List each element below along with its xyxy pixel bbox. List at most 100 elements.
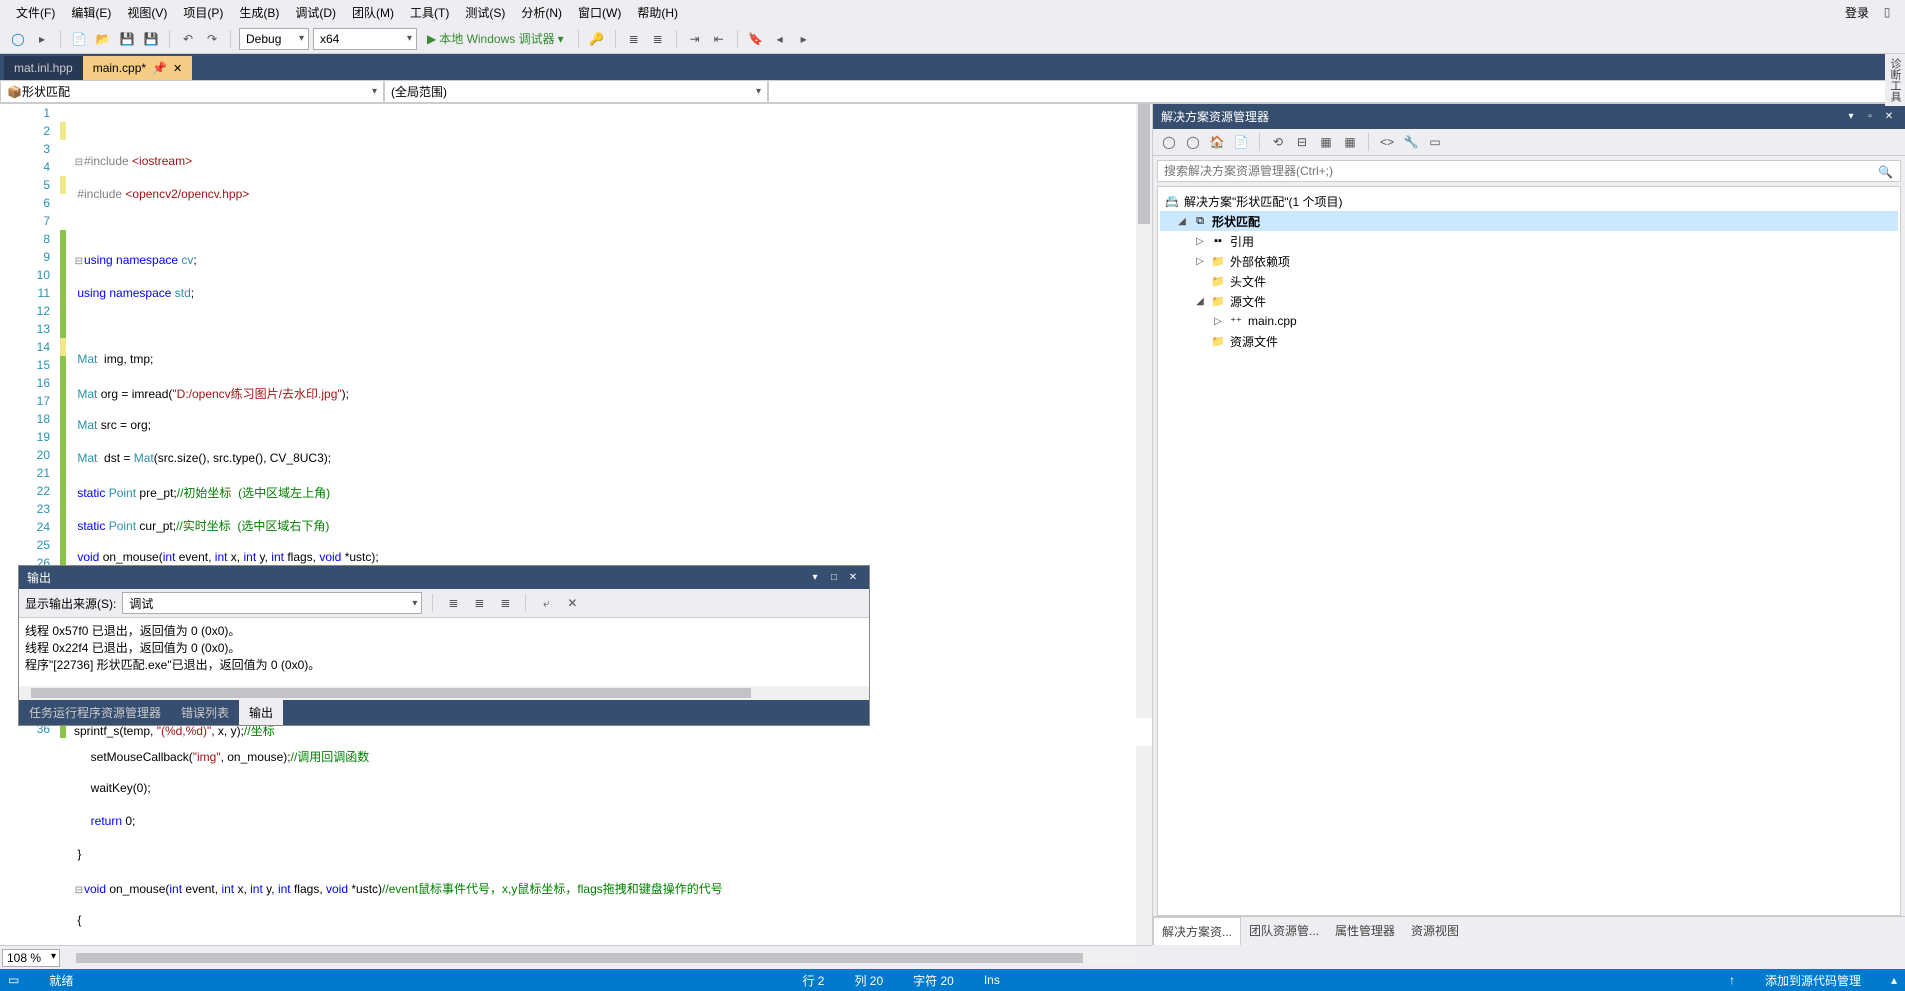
tree-resources[interactable]: 📁资源文件 [1160, 331, 1898, 351]
menu-help[interactable]: 帮助(H) [629, 1, 686, 24]
scope-combo[interactable]: 📦 形状匹配 [0, 80, 384, 103]
scm-up-icon[interactable]: ↑ [1729, 973, 1735, 987]
menu-edit[interactable]: 编辑(E) [63, 1, 119, 24]
tab-main-cpp[interactable]: main.cpp* 📌 ✕ [83, 56, 193, 80]
new-file-icon[interactable]: 📄 [69, 29, 89, 49]
vertical-scrollbar[interactable] [1136, 104, 1152, 945]
menu-debug[interactable]: 调试(D) [287, 1, 344, 24]
close-icon[interactable]: ✕ [1881, 109, 1897, 125]
bookmark-icon[interactable]: 🔖 [746, 29, 766, 49]
panel-title-label: 解决方案资源管理器 [1161, 108, 1269, 125]
status-scm[interactable]: 添加到源代码管理 [1765, 972, 1861, 989]
solution-search: 🔍 [1157, 160, 1901, 182]
tab-property-manager[interactable]: 属性管理器 [1327, 917, 1403, 945]
clear-icon[interactable]: ≣ [495, 593, 515, 613]
save-icon[interactable]: 💾 [117, 29, 137, 49]
forward-icon[interactable]: ◯ [1183, 132, 1203, 152]
next-msg-icon[interactable]: ≣ [469, 593, 489, 613]
tab-solution-explorer[interactable]: 解决方案资... [1153, 917, 1241, 945]
tree-external-deps[interactable]: ▷📁外部依赖项 [1160, 251, 1898, 271]
solution-toolbar: ◯ ◯ 🏠 📄 ⟲ ⊟ ▦ ▦ <> 🔧 ▭ [1153, 129, 1905, 156]
dropdown-icon[interactable]: ▾ [1843, 109, 1859, 125]
tab-team-explorer[interactable]: 团队资源管... [1241, 917, 1327, 945]
output-titlebar[interactable]: 输出 ▾ □ ✕ [19, 566, 869, 589]
menu-project[interactable]: 项目(P) [175, 1, 231, 24]
properties-icon[interactable]: ▦ [1340, 132, 1360, 152]
tree-label: 头文件 [1230, 273, 1266, 290]
tab-resource-view[interactable]: 资源视图 [1403, 917, 1467, 945]
redo-icon[interactable]: ↷ [202, 29, 222, 49]
horizontal-scrollbar[interactable] [76, 951, 1136, 965]
output-source-combo[interactable]: 调试 [122, 592, 422, 614]
menu-build[interactable]: 生成(B) [231, 1, 287, 24]
open-file-icon[interactable]: 📂 [93, 29, 113, 49]
view-code-icon[interactable]: <> [1377, 132, 1397, 152]
tree-main-cpp[interactable]: ▷⁺⁺main.cpp [1160, 311, 1898, 331]
back-icon[interactable]: ◯ [1159, 132, 1179, 152]
config-combo[interactable]: Debug [239, 28, 309, 50]
preview-icon[interactable]: ▭ [1425, 132, 1445, 152]
undo-icon[interactable]: ↶ [178, 29, 198, 49]
notifications-icon[interactable]: ▯ [1877, 2, 1897, 22]
member-combo[interactable] [768, 80, 1905, 103]
menu-file[interactable]: 文件(F) [8, 1, 63, 24]
platform-combo[interactable]: x64 [313, 28, 417, 50]
menu-analyze[interactable]: 分析(N) [513, 1, 570, 24]
bookmark-next-icon[interactable]: ▸ [794, 29, 814, 49]
tree-headers[interactable]: 📁头文件 [1160, 271, 1898, 291]
menu-tools[interactable]: 工具(T) [402, 1, 457, 24]
outdent-icon[interactable]: ⇤ [709, 29, 729, 49]
tab-error-list[interactable]: 错误列表 [171, 700, 239, 725]
show-all-icon[interactable]: ▦ [1316, 132, 1336, 152]
function-combo[interactable]: (全局范围) [384, 80, 768, 103]
tree-sources[interactable]: ◢📁源文件 [1160, 291, 1898, 311]
tab-output[interactable]: 输出 [239, 700, 283, 725]
zoom-combo[interactable]: 108 % [2, 949, 60, 967]
dropdown-icon[interactable]: ▾ [807, 570, 823, 586]
solution-search-input[interactable] [1157, 160, 1901, 182]
menu-test[interactable]: 测试(S) [457, 1, 513, 24]
tab-task-runner[interactable]: 任务运行程序资源管理器 [19, 700, 171, 725]
clear-all-icon[interactable]: ✕ [562, 593, 582, 613]
pin-icon[interactable]: 📌 [152, 61, 167, 75]
menu-team[interactable]: 团队(M) [344, 1, 402, 24]
output-h-scrollbar[interactable] [19, 686, 869, 700]
uncomment-icon[interactable]: ≣ [648, 29, 668, 49]
search-icon[interactable]: 🔍 [1878, 165, 1893, 179]
wrench-icon[interactable]: 🔧 [1401, 132, 1421, 152]
bookmark-prev-icon[interactable]: ◂ [770, 29, 790, 49]
menu-view[interactable]: 视图(V) [119, 1, 175, 24]
tree-project[interactable]: ◢⧉形状匹配 [1160, 211, 1898, 231]
prev-msg-icon[interactable]: ≣ [443, 593, 463, 613]
nav-back-icon[interactable]: ◯ [8, 29, 28, 49]
menu-window[interactable]: 窗口(W) [570, 1, 629, 24]
code-content[interactable]: ⊟#include <iostream> #include <opencv2/o… [74, 104, 1152, 945]
solution-explorer-title: 解决方案资源管理器 ▾ ▫ ✕ [1153, 104, 1905, 129]
collapse-icon[interactable]: ⊟ [1292, 132, 1312, 152]
toggle-wrap-icon[interactable]: ⤶ [536, 593, 556, 613]
tree-solution-root[interactable]: 📇解决方案"形状匹配"(1 个项目) [1160, 191, 1898, 211]
nav-forward-icon[interactable]: ▸ [32, 29, 52, 49]
sync-icon[interactable]: 📄 [1231, 132, 1251, 152]
refresh-icon[interactable]: ⟲ [1268, 132, 1288, 152]
pin-icon[interactable]: ▫ [1862, 109, 1878, 125]
start-debugging-button[interactable]: ▶ 本地 Windows 调试器 ▾ [421, 30, 570, 47]
tab-mat-inl[interactable]: mat.inl.hpp [4, 56, 83, 80]
comment-icon[interactable]: ≣ [624, 29, 644, 49]
tree-references[interactable]: ▷▪▪引用 [1160, 231, 1898, 251]
home-icon[interactable]: 🏠 [1207, 132, 1227, 152]
find-icon[interactable]: 🔑 [587, 29, 607, 49]
diagnostic-tools-rail[interactable]: 诊断工具 [1885, 54, 1905, 106]
output-text[interactable]: 线程 0x57f0 已退出，返回值为 0 (0x0)。 线程 0x22f4 已退… [19, 618, 869, 686]
close-icon[interactable]: ✕ [173, 62, 182, 75]
maximize-icon[interactable]: □ [826, 570, 842, 586]
save-all-icon[interactable]: 💾 [141, 29, 161, 49]
function-label: (全局范围) [391, 83, 447, 100]
status-ins: Ins [984, 973, 1000, 987]
login-link[interactable]: 登录 [1837, 1, 1877, 24]
indent-icon[interactable]: ⇥ [685, 29, 705, 49]
code-editor[interactable]: 1234567891011121314151617181920212223242… [0, 104, 1152, 945]
main-toolbar: ◯ ▸ 📄 📂 💾 💾 ↶ ↷ Debug x64 ▶ 本地 Windows 调… [0, 24, 1905, 54]
close-icon[interactable]: ✕ [845, 570, 861, 586]
solution-tree[interactable]: 📇解决方案"形状匹配"(1 个项目) ◢⧉形状匹配 ▷▪▪引用 ▷📁外部依赖项 … [1157, 186, 1901, 916]
